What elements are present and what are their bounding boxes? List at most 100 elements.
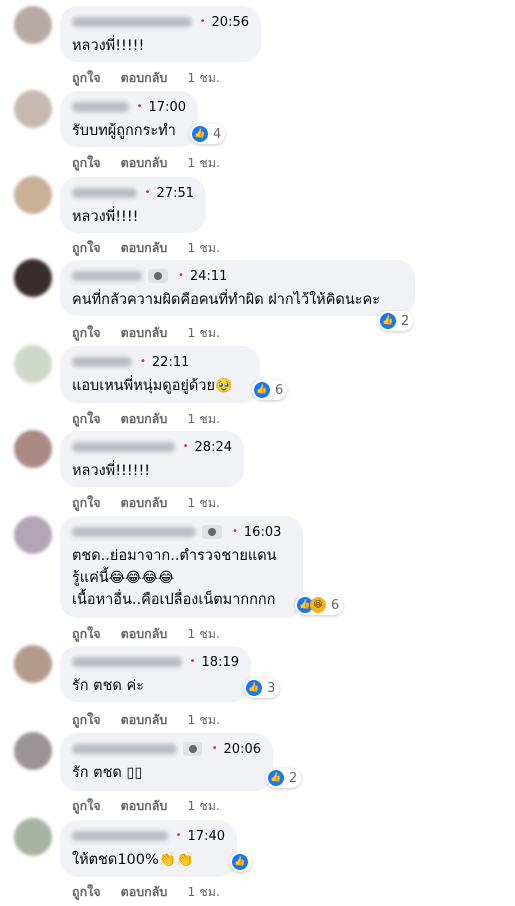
avatar[interactable]: [14, 6, 52, 44]
like-button[interactable]: ถูกใจ: [72, 68, 101, 88]
reaction-summary[interactable]: 👍 😆 6: [295, 595, 344, 615]
comment-text: แอบเหนพี่หนุ่มดูอยู่ด้วย🥹: [72, 375, 248, 397]
comment-text: คนที่กลัวความผิดคือคนที่ทำผิด ฝากไว้ให้ค…: [72, 292, 381, 308]
commenter-name[interactable]: [72, 831, 168, 841]
commenter-name[interactable]: [72, 657, 182, 667]
comment-time: 27:51: [156, 185, 194, 201]
online-dot: •: [189, 656, 196, 667]
avatar[interactable]: [14, 430, 52, 468]
comment-age[interactable]: 1 ชม.: [187, 323, 220, 343]
comment-text: หลวงพี่!!!!!: [72, 38, 145, 54]
reply-button[interactable]: ตอบกลับ: [121, 238, 168, 258]
comment-time: 20:06: [223, 741, 261, 757]
like-button[interactable]: ถูกใจ: [72, 323, 101, 343]
like-button[interactable]: ถูกใจ: [72, 624, 101, 644]
comment-line: รู้แค่นี้😂😂😂😂: [72, 567, 291, 589]
comment-actions: ถูกใจ ตอบกลับ 1 ชม.: [72, 796, 220, 816]
avatar[interactable]: [14, 345, 52, 383]
comment-actions: ถูกใจ ตอบกลับ 1 ชม.: [72, 882, 220, 902]
avatar[interactable]: [14, 645, 52, 683]
commenter-name[interactable]: [72, 17, 192, 27]
like-button[interactable]: ถูกใจ: [72, 153, 101, 173]
reply-button[interactable]: ตอบกลับ: [121, 796, 168, 816]
comment-time: 24:11: [189, 268, 228, 284]
avatar[interactable]: [14, 732, 52, 770]
avatar[interactable]: [14, 259, 52, 297]
reaction-summary[interactable]: 👍 2: [266, 768, 302, 788]
reaction-summary[interactable]: 👍 4: [190, 124, 226, 144]
comment-age[interactable]: 1 ชม.: [187, 238, 220, 258]
reply-button[interactable]: ตอบกลับ: [121, 882, 168, 902]
reply-button[interactable]: ตอบกลับ: [121, 68, 168, 88]
emoji-face-icon: 🥹: [214, 378, 233, 394]
comment-text: รัก ตชด ค่ะ: [72, 678, 144, 694]
comment-time: 22:11: [151, 354, 190, 370]
reply-button[interactable]: ตอบกลับ: [121, 624, 168, 644]
comment-text: หลวงพี่!!!!: [72, 209, 139, 225]
like-button[interactable]: ถูกใจ: [72, 710, 101, 730]
comment-actions: ถูกใจ ตอบกลับ 1 ชม.: [72, 323, 220, 343]
comment-bubble: • 20:56 หลวงพี่!!!!!: [60, 6, 261, 62]
comment-age[interactable]: 1 ชม.: [187, 493, 220, 513]
commenter-name[interactable]: [72, 357, 132, 367]
reply-button[interactable]: ตอบกลับ: [121, 323, 168, 343]
commenter-name[interactable]: [72, 102, 129, 112]
online-dot: •: [136, 101, 143, 112]
laughing-face-icon: 😆: [310, 597, 326, 613]
reply-button[interactable]: ตอบกลับ: [121, 493, 168, 513]
thumbs-up-icon: 👍: [268, 770, 284, 786]
comment-time: 18:19: [201, 654, 239, 670]
comment-bubble: • 20:06 รัก ตชด ▯▯: [60, 733, 273, 791]
comment-age[interactable]: 1 ชม.: [187, 624, 220, 644]
reaction-summary[interactable]: 👍 3: [244, 678, 280, 698]
avatar[interactable]: [14, 90, 52, 128]
comment-age[interactable]: 1 ชม.: [187, 409, 220, 429]
comment-actions: ถูกใจ ตอบกลับ 1 ชม.: [72, 68, 220, 88]
laughing-emoji-icon: 😂😂😂😂: [108, 570, 175, 586]
online-dot: •: [144, 187, 151, 198]
reply-button[interactable]: ตอบกลับ: [121, 710, 168, 730]
comment-age[interactable]: 1 ชม.: [187, 710, 220, 730]
reaction-count: 2: [289, 770, 298, 786]
commenter-name[interactable]: [72, 744, 177, 754]
online-dot: •: [232, 526, 238, 537]
avatar[interactable]: [14, 176, 52, 214]
online-dot: •: [182, 441, 189, 452]
comment-text-body: รัก ตชด: [72, 765, 122, 781]
thumbs-up-icon: 👍: [246, 680, 262, 696]
online-dot: •: [140, 356, 146, 367]
reaction-count: 4: [213, 126, 222, 142]
comment-bubble: • 24:11 คนที่กลัวความผิดคือคนที่ทำผิด ฝาก…: [60, 260, 415, 316]
commenter-name[interactable]: [72, 527, 196, 537]
comment-bubble: • 16:03 ตชด..ย่อมาจาก..ตำรวจชายแดน รู้แค่น…: [60, 516, 303, 618]
comment-text-body: แอบเหนพี่หนุ่มดูอยู่ด้วย: [72, 378, 215, 394]
commenter-name[interactable]: [72, 271, 142, 281]
clapping-hands-icon: 👏👏: [158, 852, 194, 868]
commenter-name[interactable]: [72, 442, 175, 452]
comment-text-body: ให้ตชด100%: [72, 852, 159, 868]
comment-age[interactable]: 1 ชม.: [187, 68, 220, 88]
comment-age[interactable]: 1 ชม.: [187, 882, 220, 902]
like-button[interactable]: ถูกใจ: [72, 409, 101, 429]
comment-actions: ถูกใจ ตอบกลับ 1 ชม.: [72, 153, 220, 173]
comment-age[interactable]: 1 ชม.: [187, 796, 220, 816]
reaction-summary[interactable]: 👍 2: [378, 311, 414, 331]
reply-button[interactable]: ตอบกลับ: [121, 409, 168, 429]
comment-age[interactable]: 1 ชม.: [187, 153, 220, 173]
reaction-count: 2: [401, 313, 410, 329]
like-button[interactable]: ถูกใจ: [72, 493, 101, 513]
avatar[interactable]: [14, 516, 52, 554]
commenter-name[interactable]: [72, 188, 137, 198]
like-button[interactable]: ถูกใจ: [72, 882, 101, 902]
avatar[interactable]: [14, 818, 52, 856]
comment-time: 17:00: [148, 99, 186, 115]
reply-button[interactable]: ตอบกลับ: [121, 153, 168, 173]
reaction-summary[interactable]: 👍: [230, 852, 252, 872]
comment-actions: ถูกใจ ตอบกลับ 1 ชม.: [72, 493, 220, 513]
online-dot: •: [199, 16, 206, 27]
like-button[interactable]: ถูกใจ: [72, 796, 101, 816]
online-dot: •: [211, 743, 218, 754]
like-button[interactable]: ถูกใจ: [72, 238, 101, 258]
reaction-summary[interactable]: 👍 6: [252, 380, 288, 400]
thumbs-up-icon: 👍: [192, 126, 208, 142]
